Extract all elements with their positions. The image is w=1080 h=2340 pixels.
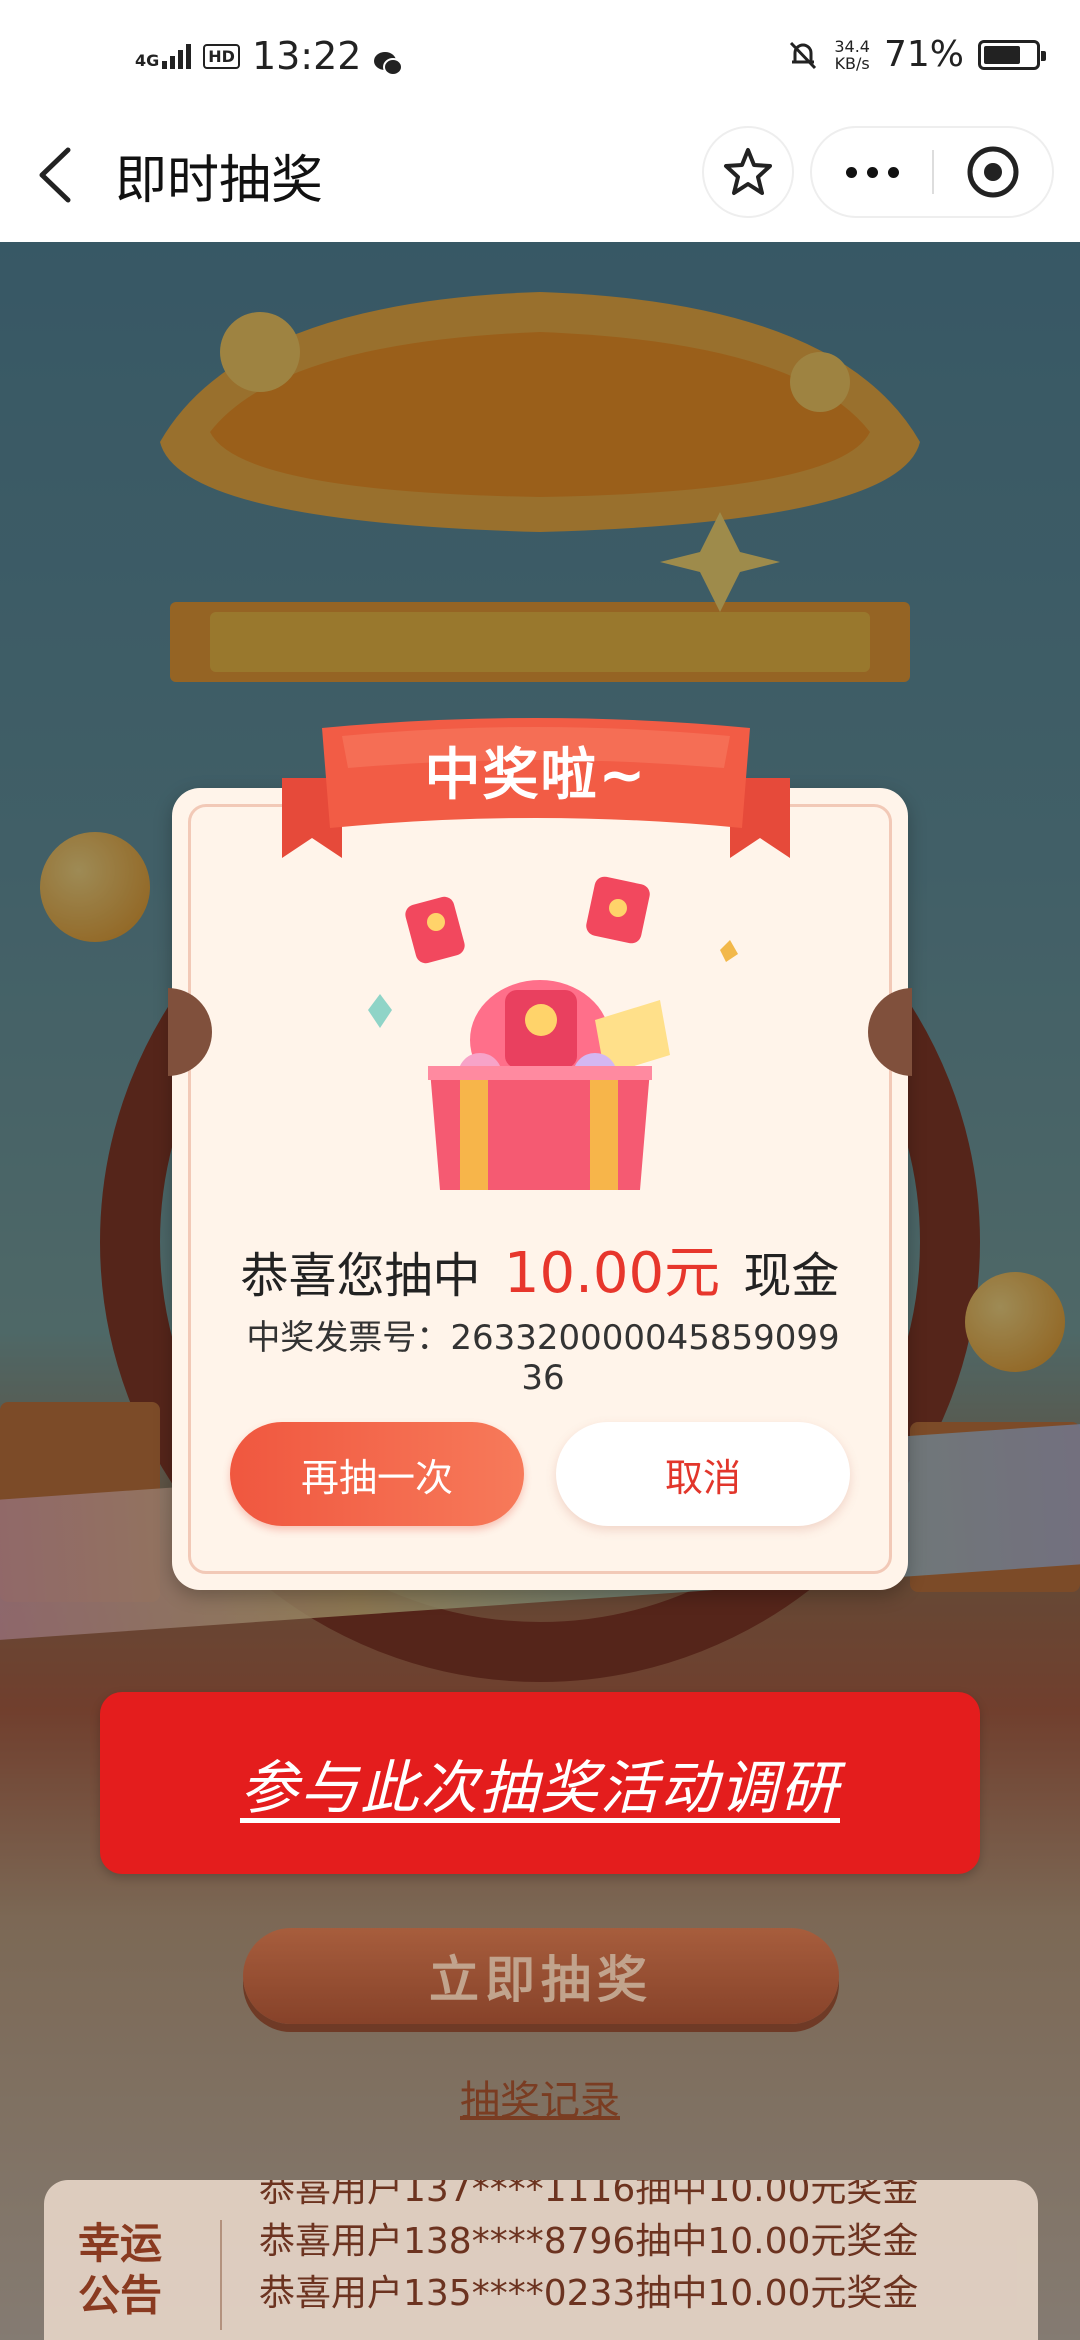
prize-amount: 10.00元: [503, 1241, 721, 1306]
congrats-suffix: 现金: [743, 1248, 840, 1304]
notice-list: 恭喜用户137****1116抽中10.00元奖金 恭喜用户138****879…: [259, 2180, 918, 2320]
star-icon: [724, 148, 772, 195]
status-right: 34.4 KB/s 71%: [786, 34, 1046, 75]
page-title: 即时抽奖: [115, 151, 324, 211]
hd-badge: HD: [203, 43, 240, 69]
back-arrow-icon[interactable]: [28, 140, 88, 210]
more-button[interactable]: [812, 128, 932, 216]
lucky-notice: 幸运公告 恭喜用户137****1116抽中10.00元奖金 恭喜用户138**…: [44, 2180, 1038, 2340]
mute-bell-icon: [790, 41, 817, 69]
close-miniapp-button[interactable]: [934, 128, 1052, 216]
invoice-info: 中奖发票号：26332000004585909936: [238, 1318, 848, 1398]
draw-again-button[interactable]: 再抽一次: [230, 1422, 524, 1526]
status-bar: 4G HD 13:22 34.4 KB/s 71%: [0, 0, 1080, 110]
draw-record-link[interactable]: 抽奖记录: [0, 2068, 1080, 2126]
net-speed: 34.4 KB/s: [834, 38, 870, 72]
battery-icon: [978, 39, 1046, 70]
wechat-icon: [373, 43, 404, 76]
notice-item: 恭喜用户137****1116抽中10.00元奖金: [259, 2180, 919, 2210]
survey-link[interactable]: 参与此次抽奖活动调研: [240, 1741, 840, 1825]
notice-item: 恭喜用户135****0233抽中10.00元奖金: [259, 2273, 919, 2314]
invoice-label: 中奖发票号：: [246, 1318, 451, 1358]
favorite-button[interactable]: [702, 126, 794, 218]
notice-title: 幸运公告: [78, 2219, 163, 2320]
congrats-line: 恭喜您抽中 10.00元 现金: [172, 1228, 908, 1309]
battery-fill: [984, 45, 1020, 64]
survey-banner[interactable]: 参与此次抽奖活动调研: [100, 1692, 980, 1874]
notice-divider: [220, 2220, 222, 2330]
modal-header-title: 中奖啦~: [424, 743, 648, 808]
battery-percent: 71%: [883, 34, 964, 75]
congrats-prefix: 恭喜您抽中: [240, 1248, 481, 1304]
network-type: 4G: [135, 51, 160, 70]
nav-bar: 即时抽奖: [0, 110, 1080, 242]
speed-value: 34.4: [834, 36, 870, 56]
status-left: 4G HD 13:22: [135, 34, 404, 78]
notice-item: 恭喜用户138****8796抽中10.00元奖金: [259, 2221, 919, 2262]
clock: 13:22: [251, 34, 362, 78]
draw-now-button[interactable]: 立即抽奖: [243, 1928, 839, 2024]
gift-box-illustration: [368, 876, 738, 1190]
miniapp-capsule: [810, 126, 1054, 218]
speed-unit: KB/s: [834, 53, 870, 73]
target-close-icon: [967, 146, 1019, 198]
cancel-button[interactable]: 取消: [556, 1422, 850, 1526]
invoice-number: 26332000004585909936: [450, 1318, 840, 1398]
signal-icon: [162, 43, 192, 69]
network-indicator: 4G: [135, 43, 192, 70]
